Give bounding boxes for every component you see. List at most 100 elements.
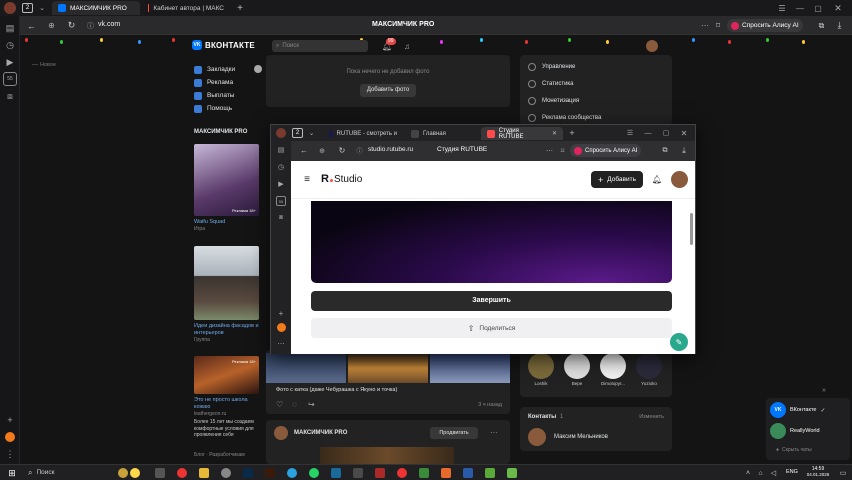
post-photo-3[interactable]: [430, 353, 510, 383]
telegram-icon[interactable]: [287, 468, 297, 478]
photoshop-icon[interactable]: [243, 468, 253, 478]
taskbar-search[interactable]: ⌕ Поиск: [24, 466, 110, 479]
app-icon[interactable]: [375, 468, 385, 478]
hide-icon[interactable]: —: [32, 62, 38, 68]
windows-start-icon[interactable]: ⊞: [7, 468, 17, 478]
sidebar-community[interactable]: МАКСИМЧИК PRO: [194, 129, 247, 135]
add-button[interactable]: + Добавить: [591, 171, 643, 188]
apps-icon[interactable]: 55: [276, 196, 286, 206]
chat-support-icon[interactable]: ✎: [670, 333, 688, 351]
menu-item-stats[interactable]: Статистика: [528, 75, 664, 92]
inner-tab-rutube[interactable]: RUTUBE - смотреть и: [323, 127, 403, 140]
close-icon[interactable]: ✕: [832, 2, 844, 14]
site-info-icon[interactable]: ⓘ: [86, 21, 95, 30]
close-icon[interactable]: ✕: [679, 128, 689, 138]
more-icon[interactable]: ⋯: [700, 20, 710, 31]
reload-icon[interactable]: ↻: [337, 145, 347, 156]
chevron-down-icon[interactable]: ⌄: [37, 3, 47, 13]
minimize-icon[interactable]: —: [794, 2, 806, 14]
vk-logo[interactable]: VK ВКОНТАКТЕ: [192, 40, 255, 50]
alice-button[interactable]: Спросить Алису AI: [570, 144, 642, 157]
apps-icon[interactable]: 55: [3, 72, 17, 86]
protect-icon[interactable]: ⊕: [46, 20, 57, 31]
app-icon[interactable]: [441, 468, 451, 478]
network-icon[interactable]: ⌂: [756, 468, 765, 478]
app-icon[interactable]: [419, 468, 429, 478]
messenger-item-vk[interactable]: VK ВКонтакте ✓: [770, 402, 826, 418]
menu-item-monetization[interactable]: Монетизация: [528, 92, 664, 109]
sidebar-settings-icon[interactable]: [254, 65, 262, 73]
add-icon[interactable]: +: [276, 308, 286, 318]
music-icon[interactable]: ♫: [402, 41, 412, 51]
sidebar-item-help[interactable]: Помощь: [194, 102, 266, 115]
new-tab-icon[interactable]: +: [567, 128, 577, 138]
app-icon[interactable]: [353, 468, 363, 478]
screenshot-icon[interactable]: ⧈: [276, 213, 286, 223]
post-photo-1[interactable]: [266, 353, 346, 383]
more-icon[interactable]: ⋯: [545, 145, 554, 156]
ad-title[interactable]: Waifu Squad: [194, 219, 225, 226]
more-icon[interactable]: ⋯: [490, 428, 498, 437]
lightbulb-icon[interactable]: [130, 468, 140, 478]
bookmark-icon[interactable]: ⌑: [558, 145, 567, 156]
app-icon[interactable]: [221, 468, 231, 478]
scrollbar[interactable]: [690, 213, 693, 245]
more-icon[interactable]: ⋮: [3, 447, 17, 461]
clock[interactable]: 14:59 04.01.2026: [804, 466, 832, 478]
minecraft-icon[interactable]: [507, 468, 517, 478]
app-icon[interactable]: [463, 468, 473, 478]
browser-menu-icon[interactable]: [4, 2, 16, 14]
tray-chevron-icon[interactable]: ˄: [744, 468, 752, 478]
footer-links[interactable]: Блог · Разработчикам: [194, 452, 245, 459]
language-indicator[interactable]: ENG: [786, 469, 798, 475]
bell-icon[interactable]: 🔔︎: [652, 174, 662, 185]
extensions-icon[interactable]: ⧉: [816, 20, 827, 31]
yandex-browser-icon[interactable]: [397, 468, 407, 478]
site-info-icon[interactable]: ⓘ: [355, 146, 364, 155]
avatar[interactable]: [646, 40, 658, 52]
heart-icon[interactable]: [277, 323, 286, 332]
close-icon[interactable]: ✕: [552, 130, 557, 137]
volume-icon[interactable]: ◁: [769, 468, 778, 478]
menu-item-manage[interactable]: Управление: [528, 58, 664, 75]
share-button[interactable]: ⇧ Поделиться: [311, 318, 672, 338]
back-icon[interactable]: ←: [26, 20, 37, 31]
notification-center-icon[interactable]: ▭: [838, 468, 848, 478]
messenger-item-reallyworld[interactable]: ReallyWorld: [770, 423, 820, 439]
illustrator-icon[interactable]: [265, 468, 275, 478]
outer-tab-author[interactable]: Кабинет автора | МАКС: [142, 1, 230, 15]
outer-tab-vk[interactable]: МАКСИМЧИК PRO: [52, 1, 140, 15]
play-icon[interactable]: ▶: [3, 55, 17, 69]
maximize-icon[interactable]: ▢: [661, 128, 671, 138]
address-input[interactable]: vk.com: [98, 21, 120, 28]
window-menu-icon[interactable]: ☰: [776, 2, 788, 14]
comment-icon[interactable]: ◌: [292, 400, 297, 409]
download-icon[interactable]: ⤓: [834, 20, 845, 31]
maximize-icon[interactable]: ▢: [812, 2, 824, 14]
share-icon[interactable]: ↪: [308, 400, 315, 409]
protect-icon[interactable]: ⊕: [317, 145, 327, 156]
inner-tab-home[interactable]: Главная: [405, 127, 479, 140]
more-icon[interactable]: ⋯: [276, 339, 286, 349]
post-author[interactable]: МАКСИМЧИК PRO: [294, 430, 347, 436]
new-tab-icon[interactable]: +: [234, 2, 246, 14]
add-photo-button[interactable]: Добавить фото: [360, 84, 416, 97]
ad-title[interactable]: Это не просто школа кожаю: [194, 397, 260, 411]
weather-icon[interactable]: [118, 468, 128, 478]
menu-icon[interactable]: ≡: [301, 174, 313, 185]
member-item[interactable]: Yuzioko: [634, 353, 664, 386]
member-item[interactable]: Loshik: [526, 353, 556, 386]
alice-button[interactable]: Спросить Алису AI: [727, 19, 803, 32]
whatsapp-icon[interactable]: [309, 468, 319, 478]
search-input[interactable]: ⌕ Поиск: [272, 40, 368, 52]
explorer-icon[interactable]: [199, 468, 209, 478]
history-icon[interactable]: ◷: [3, 38, 17, 52]
heart-icon[interactable]: [3, 430, 17, 444]
avatar[interactable]: [528, 428, 546, 446]
avatar[interactable]: [274, 426, 288, 440]
bookmarks-icon[interactable]: ▤: [3, 21, 17, 35]
download-icon[interactable]: ⤓: [679, 145, 689, 156]
member-item[interactable]: Dimotopyr...: [598, 353, 628, 386]
studio-logo[interactable]: R Studio: [321, 173, 362, 188]
reload-icon[interactable]: ↻: [66, 20, 77, 31]
